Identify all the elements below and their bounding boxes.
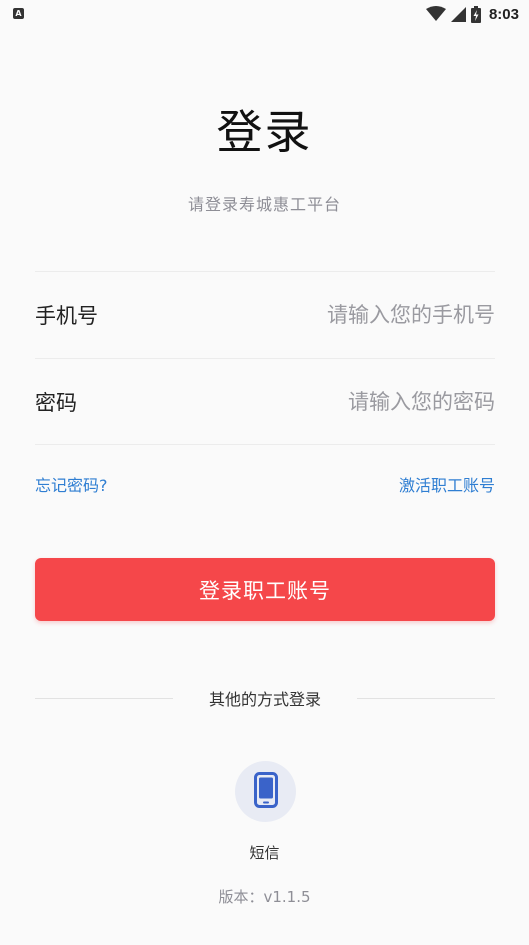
divider-line xyxy=(357,697,496,699)
other-login-title: 其他的方式登录 xyxy=(209,690,322,709)
page-title: 登录 xyxy=(216,105,313,159)
status-icons: 8:03 xyxy=(425,4,519,24)
version-number: v1.1.5 xyxy=(263,888,311,906)
password-row: 密码 xyxy=(35,359,495,445)
status-time: 8:03 xyxy=(488,5,519,23)
divider-line xyxy=(35,697,173,699)
notification-icon: A xyxy=(13,8,24,19)
wifi-icon xyxy=(425,6,446,22)
page-subtitle: 请登录寿城惠工平台 xyxy=(187,195,341,214)
smartphone-icon xyxy=(253,771,278,812)
form-links: 忘记密码? 激活职工账号 xyxy=(35,470,495,498)
signal-icon xyxy=(450,6,466,22)
status-bar: A 8:03 xyxy=(0,0,529,28)
version-text: 版本：v1.1.5 xyxy=(0,886,529,907)
phone-label: 手机号 xyxy=(35,304,98,328)
sms-login-button[interactable] xyxy=(235,761,296,822)
forgot-password-link[interactable]: 忘记密码? xyxy=(35,472,108,496)
login-button[interactable]: 登录职工账号 xyxy=(35,558,495,621)
sms-login-label: 短信 xyxy=(249,844,280,862)
phone-row: 手机号 xyxy=(35,272,495,358)
version-label: 版本： xyxy=(218,888,264,906)
password-label: 密码 xyxy=(35,391,77,415)
password-input[interactable] xyxy=(215,390,495,414)
other-login-divider: 其他的方式登录 xyxy=(35,686,496,710)
battery-charging-icon xyxy=(470,5,481,23)
divider xyxy=(35,444,495,445)
login-screen: A 8:03 登录 请登录寿城惠工平台 手机号 密码 xyxy=(0,0,529,945)
activate-account-link[interactable]: 激活职工账号 xyxy=(399,472,495,496)
phone-input[interactable] xyxy=(215,303,495,327)
